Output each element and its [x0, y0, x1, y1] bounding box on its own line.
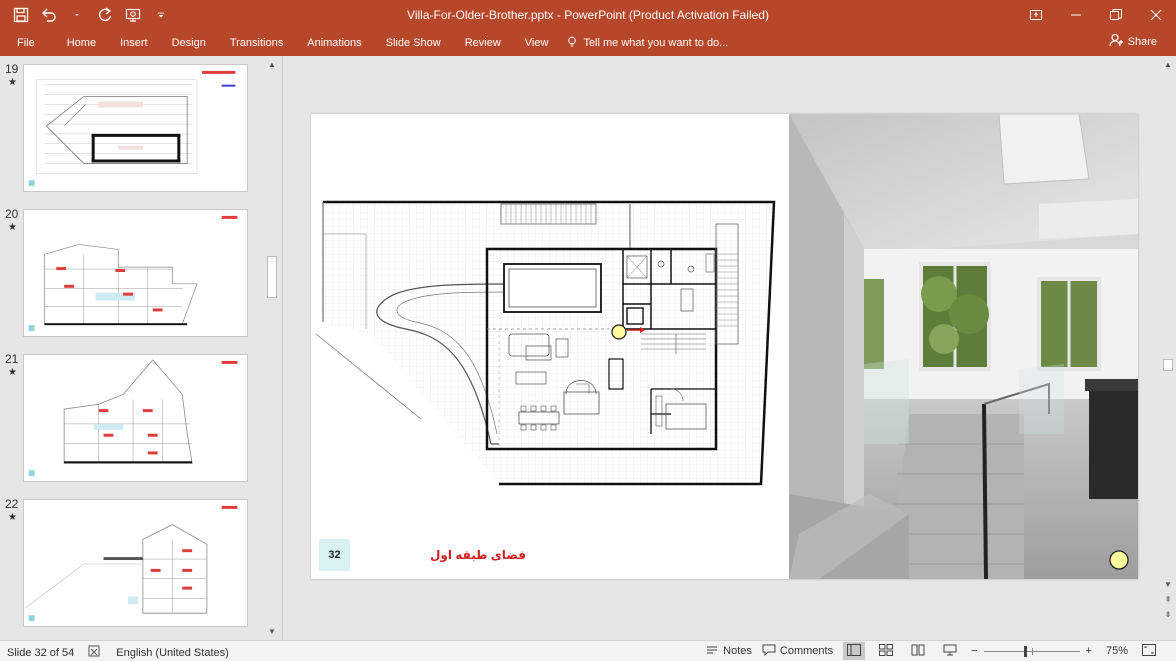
zoom-control: − + 75% — [971, 645, 1128, 657]
thumbnail-preview — [23, 354, 248, 482]
thumbnail-preview — [23, 64, 248, 192]
floor-plan-drawing — [311, 114, 789, 579]
thumbnail-number: 19 — [5, 62, 19, 76]
animation-star-icon: ★ — [8, 367, 17, 378]
ribbon-display-icon[interactable] — [1016, 0, 1056, 30]
comment-icon — [762, 644, 776, 659]
ribbon: File Home Insert Design Transitions Anim… — [0, 30, 1176, 56]
previous-slide-icon[interactable]: ⇞ — [1161, 593, 1175, 607]
tab-view[interactable]: View — [513, 33, 561, 53]
zoom-level[interactable]: 75% — [1106, 645, 1128, 657]
slide-sorter-icon — [879, 643, 894, 659]
slide-thumbnail[interactable]: 22 ★ — [0, 491, 264, 631]
close-icon[interactable] — [1136, 0, 1176, 30]
notes-icon — [705, 644, 719, 659]
scroll-up-icon[interactable]: ▲ — [265, 58, 279, 72]
animation-star-icon: ★ — [8, 512, 17, 523]
slide-caption: فضای طبقه اول — [430, 548, 526, 562]
slide-canvas[interactable]: 32 فضای طبقه اول — [311, 114, 1138, 579]
slide-editor: 32 فضای طبقه اول ▲ ▼ ⇞ ⇟ — [282, 56, 1176, 640]
normal-view-button[interactable] — [843, 642, 866, 660]
language-indicator[interactable]: English (United States) — [116, 647, 229, 659]
status-bar: Slide 32 of 54 English (United States) N… — [0, 640, 1176, 661]
fit-to-window-button[interactable] — [1138, 642, 1160, 660]
interior-photo — [789, 114, 1138, 579]
scroll-down-icon[interactable]: ▼ — [265, 625, 279, 639]
slide-thumbnail[interactable]: 19 ★ — [0, 56, 264, 196]
notes-button[interactable]: Notes — [705, 644, 752, 659]
scrollbar-thumb[interactable] — [1163, 359, 1173, 371]
slideshow-view-button[interactable] — [939, 642, 961, 660]
fit-window-icon — [1142, 643, 1156, 659]
scroll-down-icon[interactable]: ▼ — [1161, 578, 1175, 592]
thumbnail-number: 21 — [5, 352, 19, 366]
minimize-icon[interactable] — [1056, 0, 1096, 30]
thumbnail-number: 22 — [5, 497, 19, 511]
title-bar: Villa-For-Older-Brother.pptx - PowerPoin… — [0, 0, 1176, 30]
tab-slide-show[interactable]: Slide Show — [374, 33, 453, 53]
comments-label: Comments — [779, 645, 834, 657]
share-button[interactable]: Share — [1109, 33, 1157, 50]
slide-sorter-button[interactable] — [875, 642, 897, 660]
slide-thumbnail-pane: 19 ★ 20 ★ 21 ★ 22 ★ ▲ ▼ — [0, 56, 282, 640]
reading-view-button[interactable] — [907, 642, 929, 660]
slide-thumbnail[interactable]: 21 ★ — [0, 346, 264, 486]
normal-view-icon — [847, 643, 862, 659]
presentation-icon — [943, 644, 957, 659]
spelling-icon[interactable] — [88, 645, 102, 660]
zoom-in-button[interactable]: + — [1086, 645, 1092, 657]
restore-icon[interactable] — [1096, 0, 1136, 30]
tab-review[interactable]: Review — [453, 33, 513, 53]
zoom-out-button[interactable]: − — [971, 645, 977, 657]
tell-me-label: Tell me what you want to do... — [583, 37, 729, 49]
thumbnail-preview — [23, 209, 248, 337]
animation-star-icon: ★ — [8, 77, 17, 88]
animation-star-icon: ★ — [8, 222, 17, 233]
ribbon-tabs: File Home Insert Design Transitions Anim… — [0, 30, 728, 56]
slide-number-badge: 32 — [319, 539, 350, 571]
zoom-slider-handle[interactable] — [1023, 645, 1027, 657]
tab-insert[interactable]: Insert — [108, 33, 160, 53]
window-title: Villa-For-Older-Brother.pptx - PowerPoin… — [407, 8, 769, 22]
tab-transitions[interactable]: Transitions — [218, 33, 295, 53]
tab-home[interactable]: Home — [55, 33, 108, 53]
window-controls — [1016, 0, 1176, 30]
slide-counter: Slide 32 of 54 — [7, 646, 75, 659]
reading-view-icon — [911, 644, 925, 659]
zoom-slider-center-mark — [1031, 647, 1033, 655]
comments-button[interactable]: Comments — [762, 644, 833, 659]
share-label: Share — [1127, 35, 1157, 48]
scrollbar-thumb[interactable] — [267, 256, 277, 298]
scroll-up-icon[interactable]: ▲ — [1161, 58, 1175, 72]
lightbulb-icon — [566, 36, 578, 51]
zoom-slider[interactable] — [983, 645, 1080, 657]
tab-file[interactable]: File — [0, 33, 55, 53]
tab-design[interactable]: Design — [160, 33, 218, 53]
thumbnail-preview — [23, 499, 248, 627]
thumbnail-number: 20 — [5, 207, 19, 221]
tell-me-box[interactable]: Tell me what you want to do... — [560, 36, 728, 51]
tab-animations[interactable]: Animations — [295, 33, 373, 53]
notes-label: Notes — [723, 645, 752, 657]
slide-scrollbar[interactable]: ▲ ▼ ⇞ ⇟ — [1161, 56, 1175, 640]
thumbnail-scrollbar[interactable]: ▲ ▼ — [265, 56, 279, 640]
next-slide-icon[interactable]: ⇟ — [1161, 608, 1175, 622]
person-icon — [1109, 33, 1123, 50]
slide-thumbnail[interactable]: 20 ★ — [0, 201, 264, 341]
